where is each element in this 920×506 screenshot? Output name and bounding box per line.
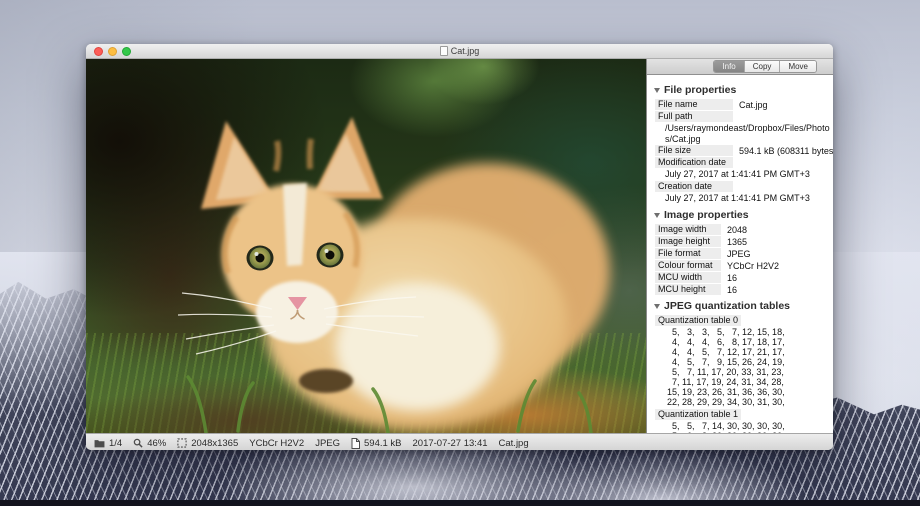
app-window: Cat.jpg xyxy=(86,44,833,450)
property-row: Image width 2048 xyxy=(655,224,825,235)
minimize-button[interactable] xyxy=(108,47,117,56)
quantization-table-header: Quantization table 0 xyxy=(655,315,825,326)
quantization-row: 4, 4, 4, 6, 8, 17, 18, 17, xyxy=(667,337,825,347)
property-row: File name Cat.jpg xyxy=(655,99,825,110)
disclosure-triangle-icon xyxy=(654,88,660,93)
panel-segmented-control: Info Copy Move xyxy=(713,60,817,73)
quantization-row: 15, 19, 23, 26, 31, 36, 36, 30, xyxy=(667,387,825,397)
property-label: Full path xyxy=(655,111,733,122)
magnifier-icon xyxy=(133,438,143,448)
panel-content: File properties File name Cat.jpg Full p… xyxy=(647,75,833,433)
property-row: Full path xyxy=(655,111,825,122)
quantization-row: 5, 5, 7, 14, 30, 30, 30, 30, xyxy=(667,421,825,431)
window-titlebar: Cat.jpg xyxy=(86,44,833,59)
status-item-date: 2017-07-27 13:41 xyxy=(413,438,488,449)
section-header-file-properties[interactable]: File properties xyxy=(654,84,825,96)
disclosure-triangle-icon xyxy=(654,304,660,309)
folder-icon xyxy=(94,439,105,448)
property-row: Modification date xyxy=(655,157,825,168)
quantization-row: 5, 3, 3, 5, 7, 12, 15, 18, xyxy=(667,327,825,337)
section-title: File properties xyxy=(664,84,736,96)
status-item-file-size: 594.1 kB xyxy=(351,438,402,449)
traffic-lights xyxy=(94,47,131,56)
status-item-page: 1/4 xyxy=(94,438,122,449)
quantization-row: 4, 4, 5, 7, 12, 17, 21, 17, xyxy=(667,347,825,357)
document-icon xyxy=(351,438,360,449)
status-item-dimensions: 2048x1365 xyxy=(177,438,238,449)
property-label: Image width xyxy=(655,224,721,235)
property-row: MCU height 16 xyxy=(655,284,825,295)
property-value: 594.1 kB (608311 bytes) xyxy=(739,146,833,156)
disclosure-triangle-icon xyxy=(654,213,660,218)
desktop-bottom-edge xyxy=(0,500,920,506)
section-header-jpeg-quantization-tables[interactable]: JPEG quantization tables xyxy=(654,300,825,312)
property-value: JPEG xyxy=(727,249,751,259)
quantization-table-header: Quantization table 1 xyxy=(655,409,825,420)
quantization-row: 7, 11, 17, 19, 24, 31, 34, 28, xyxy=(667,377,825,387)
quantization-row: 4, 5, 7, 9, 15, 26, 24, 19, xyxy=(667,357,825,367)
status-item-zoom: 46% xyxy=(133,438,166,449)
tab-info[interactable]: Info xyxy=(714,61,744,72)
property-label: Creation date xyxy=(655,181,733,192)
window-title: Cat.jpg xyxy=(451,46,480,56)
property-label: MCU height xyxy=(655,284,721,295)
section-title: JPEG quantization tables xyxy=(664,300,790,312)
property-value: 16 xyxy=(727,273,737,283)
panel-tabstrip: Info Copy Move xyxy=(647,59,833,75)
property-value: /Users/raymondeast/Dropbox/Files/Photos/… xyxy=(665,123,831,144)
section-header-image-properties[interactable]: Image properties xyxy=(654,209,825,221)
property-row: File format JPEG xyxy=(655,248,825,259)
property-row: Image height 1365 xyxy=(655,236,825,247)
quantization-table-name: Quantization table 1 xyxy=(655,409,741,420)
status-item-colour-format: YCbCr H2V2 xyxy=(249,438,304,449)
property-label: File name xyxy=(655,99,733,110)
info-panel: Info Copy Move File properties File name… xyxy=(646,59,833,433)
quantization-row: 22, 28, 29, 29, 34, 30, 31, 30, xyxy=(667,397,825,407)
property-label: File format xyxy=(655,248,721,259)
property-row: Colour format YCbCr H2V2 xyxy=(655,260,825,271)
property-label: MCU width xyxy=(655,272,721,283)
property-value: YCbCr H2V2 xyxy=(727,261,779,271)
section-title: Image properties xyxy=(664,209,749,221)
status-item-filename: Cat.jpg xyxy=(499,438,529,449)
quantization-row: 5, 6, 8, 20, 30, 30, 30, 30, xyxy=(667,431,825,433)
tab-copy[interactable]: Copy xyxy=(745,61,781,72)
status-item-file-format: JPEG xyxy=(315,438,340,449)
selection-icon xyxy=(177,438,187,448)
cat-photo xyxy=(86,59,646,433)
property-row: File size 594.1 kB (608311 bytes) xyxy=(655,145,825,156)
quantization-table-name: Quantization table 0 xyxy=(655,315,741,326)
property-label: File size xyxy=(655,145,733,156)
property-row: MCU width 16 xyxy=(655,272,825,283)
property-value: 1365 xyxy=(727,237,747,247)
property-value: Cat.jpg xyxy=(739,100,768,110)
close-button[interactable] xyxy=(94,47,103,56)
property-value: July 27, 2017 at 1:41:41 PM GMT+3 xyxy=(665,169,825,180)
status-bar: 1/4 46% 2048x1365 YCbCr H2V2 JPEG 594.1 … xyxy=(86,433,833,450)
document-proxy-icon xyxy=(440,46,448,56)
property-row: Creation date xyxy=(655,181,825,192)
property-label: Colour format xyxy=(655,260,721,271)
image-viewer xyxy=(86,59,646,433)
quantization-row: 5, 7, 11, 17, 20, 33, 31, 23, xyxy=(667,367,825,377)
property-label: Image height xyxy=(655,236,721,247)
tab-move[interactable]: Move xyxy=(780,61,816,72)
property-value: July 27, 2017 at 1:41:41 PM GMT+3 xyxy=(665,193,825,204)
property-label: Modification date xyxy=(655,157,733,168)
titlebar-title-area: Cat.jpg xyxy=(86,44,833,58)
property-value: 2048 xyxy=(727,225,747,235)
zoom-button[interactable] xyxy=(122,47,131,56)
property-value: 16 xyxy=(727,285,737,295)
